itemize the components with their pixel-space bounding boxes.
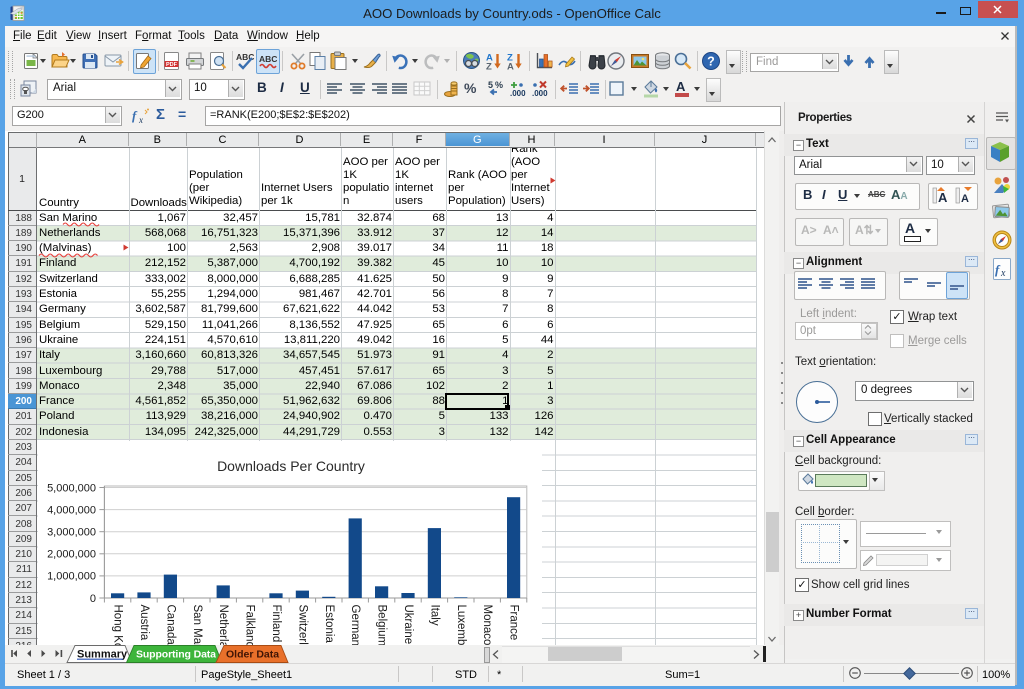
svg-text:x: x [138,115,143,125]
svg-text:%: % [495,80,503,90]
svg-text:.000: .000 [532,89,548,98]
svg-text:ABC: ABC [236,52,254,62]
svg-text:ABC: ABC [259,54,277,64]
svg-text:A: A [961,193,969,205]
svg-text:A: A [938,190,948,205]
svg-text:?: ? [707,55,715,69]
svg-text:Z: Z [486,62,492,73]
svg-text:Older Data: Older Data [226,649,279,661]
svg-text:PDF: PDF [166,62,178,68]
svg-text:f: f [132,108,138,123]
svg-text:.000: .000 [510,89,526,98]
svg-text:5: 5 [488,80,493,90]
svg-text:A: A [507,62,514,73]
svg-text:Supporting Data: Supporting Data [136,649,216,661]
svg-text:x: x [1000,268,1006,279]
